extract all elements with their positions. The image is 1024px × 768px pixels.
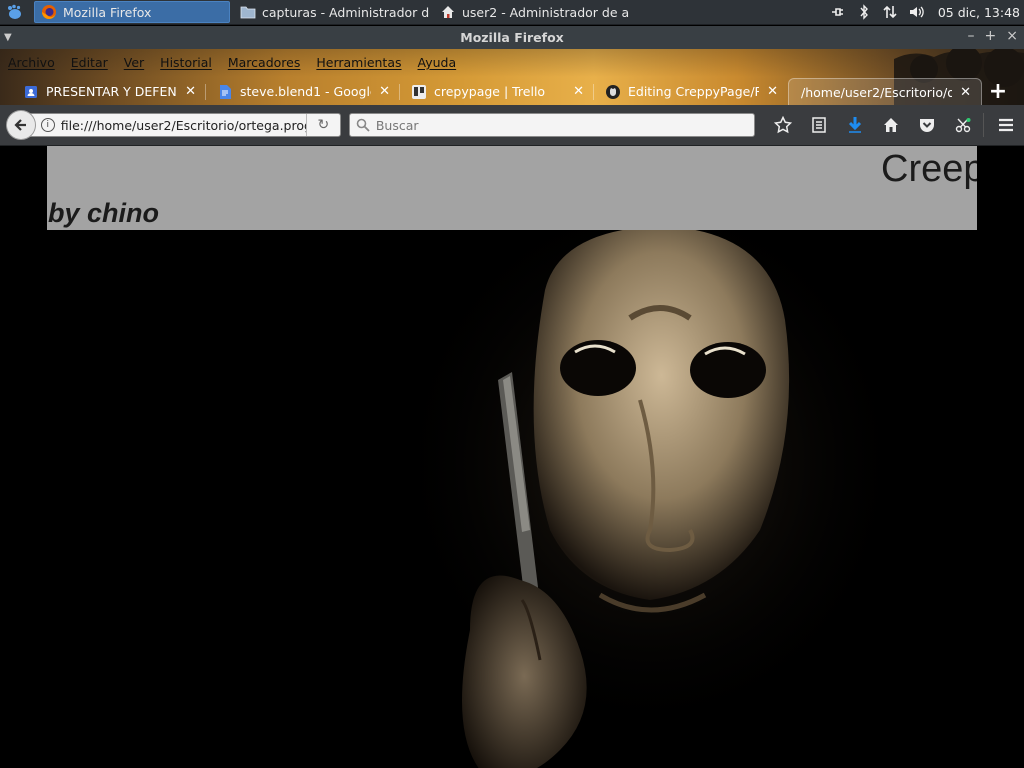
- window-menu-icon[interactable]: ▼: [4, 32, 12, 43]
- page-byline: by chino: [48, 198, 160, 228]
- hamburger-menu-icon: [999, 118, 1013, 132]
- xfce-menu-button[interactable]: [0, 0, 28, 25]
- new-tab-button[interactable]: +: [982, 78, 1014, 105]
- trello-icon: [412, 84, 426, 99]
- menubar: Archivo Editar Ver Historial Marcadores …: [0, 49, 456, 75]
- bookmark-star-button[interactable]: [765, 110, 801, 140]
- search-placeholder: Buscar: [375, 117, 419, 133]
- close-tab-icon[interactable]: ✕: [379, 84, 390, 99]
- task-firefox[interactable]: Mozilla Firefox: [34, 1, 230, 23]
- tab-google-docs[interactable]: steve.blend1 - Google D ✕: [206, 78, 400, 105]
- tab-label: steve.blend1 - Google D: [240, 84, 371, 99]
- url-text[interactable]: file:///home/user2/Escritorio/ortega.pro…: [61, 118, 306, 133]
- menu-archivo[interactable]: Archivo: [8, 55, 55, 70]
- bookmarks-list-icon: [812, 117, 826, 133]
- search-input[interactable]: Buscar: [348, 113, 755, 137]
- folder-icon: [240, 6, 256, 19]
- tab-label: Editing CreppyPage/RE: [628, 84, 760, 99]
- extension-scissors-icon: [955, 118, 971, 133]
- close-tab-icon[interactable]: ✕: [960, 85, 971, 100]
- docs-icon: [220, 84, 231, 99]
- github-icon: [606, 84, 620, 99]
- menu-herramientas[interactable]: Herramientas: [316, 55, 401, 70]
- close-tab-icon[interactable]: ✕: [767, 84, 778, 99]
- site-info-icon[interactable]: i: [40, 118, 55, 132]
- power-plug-icon[interactable]: [830, 4, 846, 20]
- tab-presentar[interactable]: PRESENTAR Y DEFENDE ✕: [12, 78, 206, 105]
- menu-ayuda[interactable]: Ayuda: [418, 55, 457, 70]
- minimize-icon[interactable]: –: [968, 28, 975, 44]
- system-tray: 05 dic, 13:48: [830, 4, 1024, 20]
- page-header: Creep by chino: [47, 146, 977, 230]
- url-bar[interactable]: i file:///home/user2/Escritorio/ortega.p…: [29, 113, 341, 137]
- close-window-icon[interactable]: ×: [1006, 28, 1018, 44]
- classroom-icon: [25, 85, 37, 98]
- menu-ver[interactable]: Ver: [124, 55, 144, 70]
- star-icon: [774, 116, 792, 134]
- task-label: user2 - Administrador de arc...: [462, 4, 630, 20]
- browser-theme-area: Archivo Editar Ver Historial Marcadores …: [0, 49, 1024, 105]
- downloads-button[interactable]: [837, 110, 873, 140]
- task-label: Mozilla Firefox: [63, 4, 152, 20]
- page-title: Creep: [881, 148, 977, 190]
- taskbar: Mozilla Firefox capturas - Administrador…: [0, 0, 1024, 25]
- tab-github[interactable]: Editing CreppyPage/RE ✕: [594, 78, 788, 105]
- task-file-manager-user2[interactable]: user2 - Administrador de arc...: [434, 1, 630, 23]
- navigation-toolbar: i file:///home/user2/Escritorio/ortega.p…: [0, 105, 1024, 146]
- bookmarks-list-button[interactable]: [801, 110, 837, 140]
- menu-historial[interactable]: Historial: [160, 55, 212, 70]
- search-icon: [356, 118, 370, 132]
- tab-label: crepypage | Trello: [434, 84, 546, 99]
- extension-button[interactable]: [945, 110, 981, 140]
- pocket-button[interactable]: [909, 110, 945, 140]
- close-tab-icon[interactable]: ✕: [185, 84, 196, 99]
- bluetooth-icon[interactable]: [856, 4, 872, 20]
- web-page-viewport: Creep by chino: [0, 146, 1024, 768]
- close-tab-icon[interactable]: ✕: [573, 84, 584, 99]
- open-menu-button[interactable]: [988, 110, 1024, 140]
- pocket-icon: [920, 119, 934, 132]
- download-arrow-icon: [848, 117, 862, 133]
- tab-trello[interactable]: crepypage | Trello ✕: [400, 78, 594, 105]
- home-button[interactable]: [873, 110, 909, 140]
- network-icon[interactable]: [882, 4, 898, 20]
- back-arrow-icon: [14, 119, 26, 131]
- task-file-manager-capturas[interactable]: capturas - Administrador de ...: [234, 1, 430, 23]
- home-icon: [442, 6, 454, 18]
- toolbar-divider: [983, 113, 984, 137]
- menu-editar[interactable]: Editar: [71, 55, 108, 70]
- task-label: capturas - Administrador de ...: [262, 4, 430, 20]
- tab-strip: PRESENTAR Y DEFENDE ✕ steve.blend1 - Goo…: [0, 76, 1024, 105]
- xfce-mouse-icon: [8, 4, 21, 19]
- maximize-icon[interactable]: +: [985, 28, 997, 44]
- creepy-face-image: [390, 230, 910, 768]
- reload-icon[interactable]: ↻: [305, 114, 340, 136]
- tab-label: PRESENTAR Y DEFENDE: [46, 84, 177, 99]
- home-icon: [884, 118, 898, 132]
- window-title: Mozilla Firefox: [460, 30, 564, 45]
- tab-local-file[interactable]: /home/user2/Escritorio/ort ✕: [788, 78, 982, 105]
- firefox-icon: [42, 5, 56, 19]
- back-button[interactable]: [6, 110, 36, 140]
- menu-marcadores[interactable]: Marcadores: [228, 55, 301, 70]
- window-titlebar: ▼ Mozilla Firefox – + ×: [0, 26, 1024, 49]
- clock[interactable]: 05 dic, 13:48: [938, 5, 1020, 20]
- volume-icon[interactable]: [908, 4, 924, 20]
- tab-label: /home/user2/Escritorio/ort: [801, 84, 953, 100]
